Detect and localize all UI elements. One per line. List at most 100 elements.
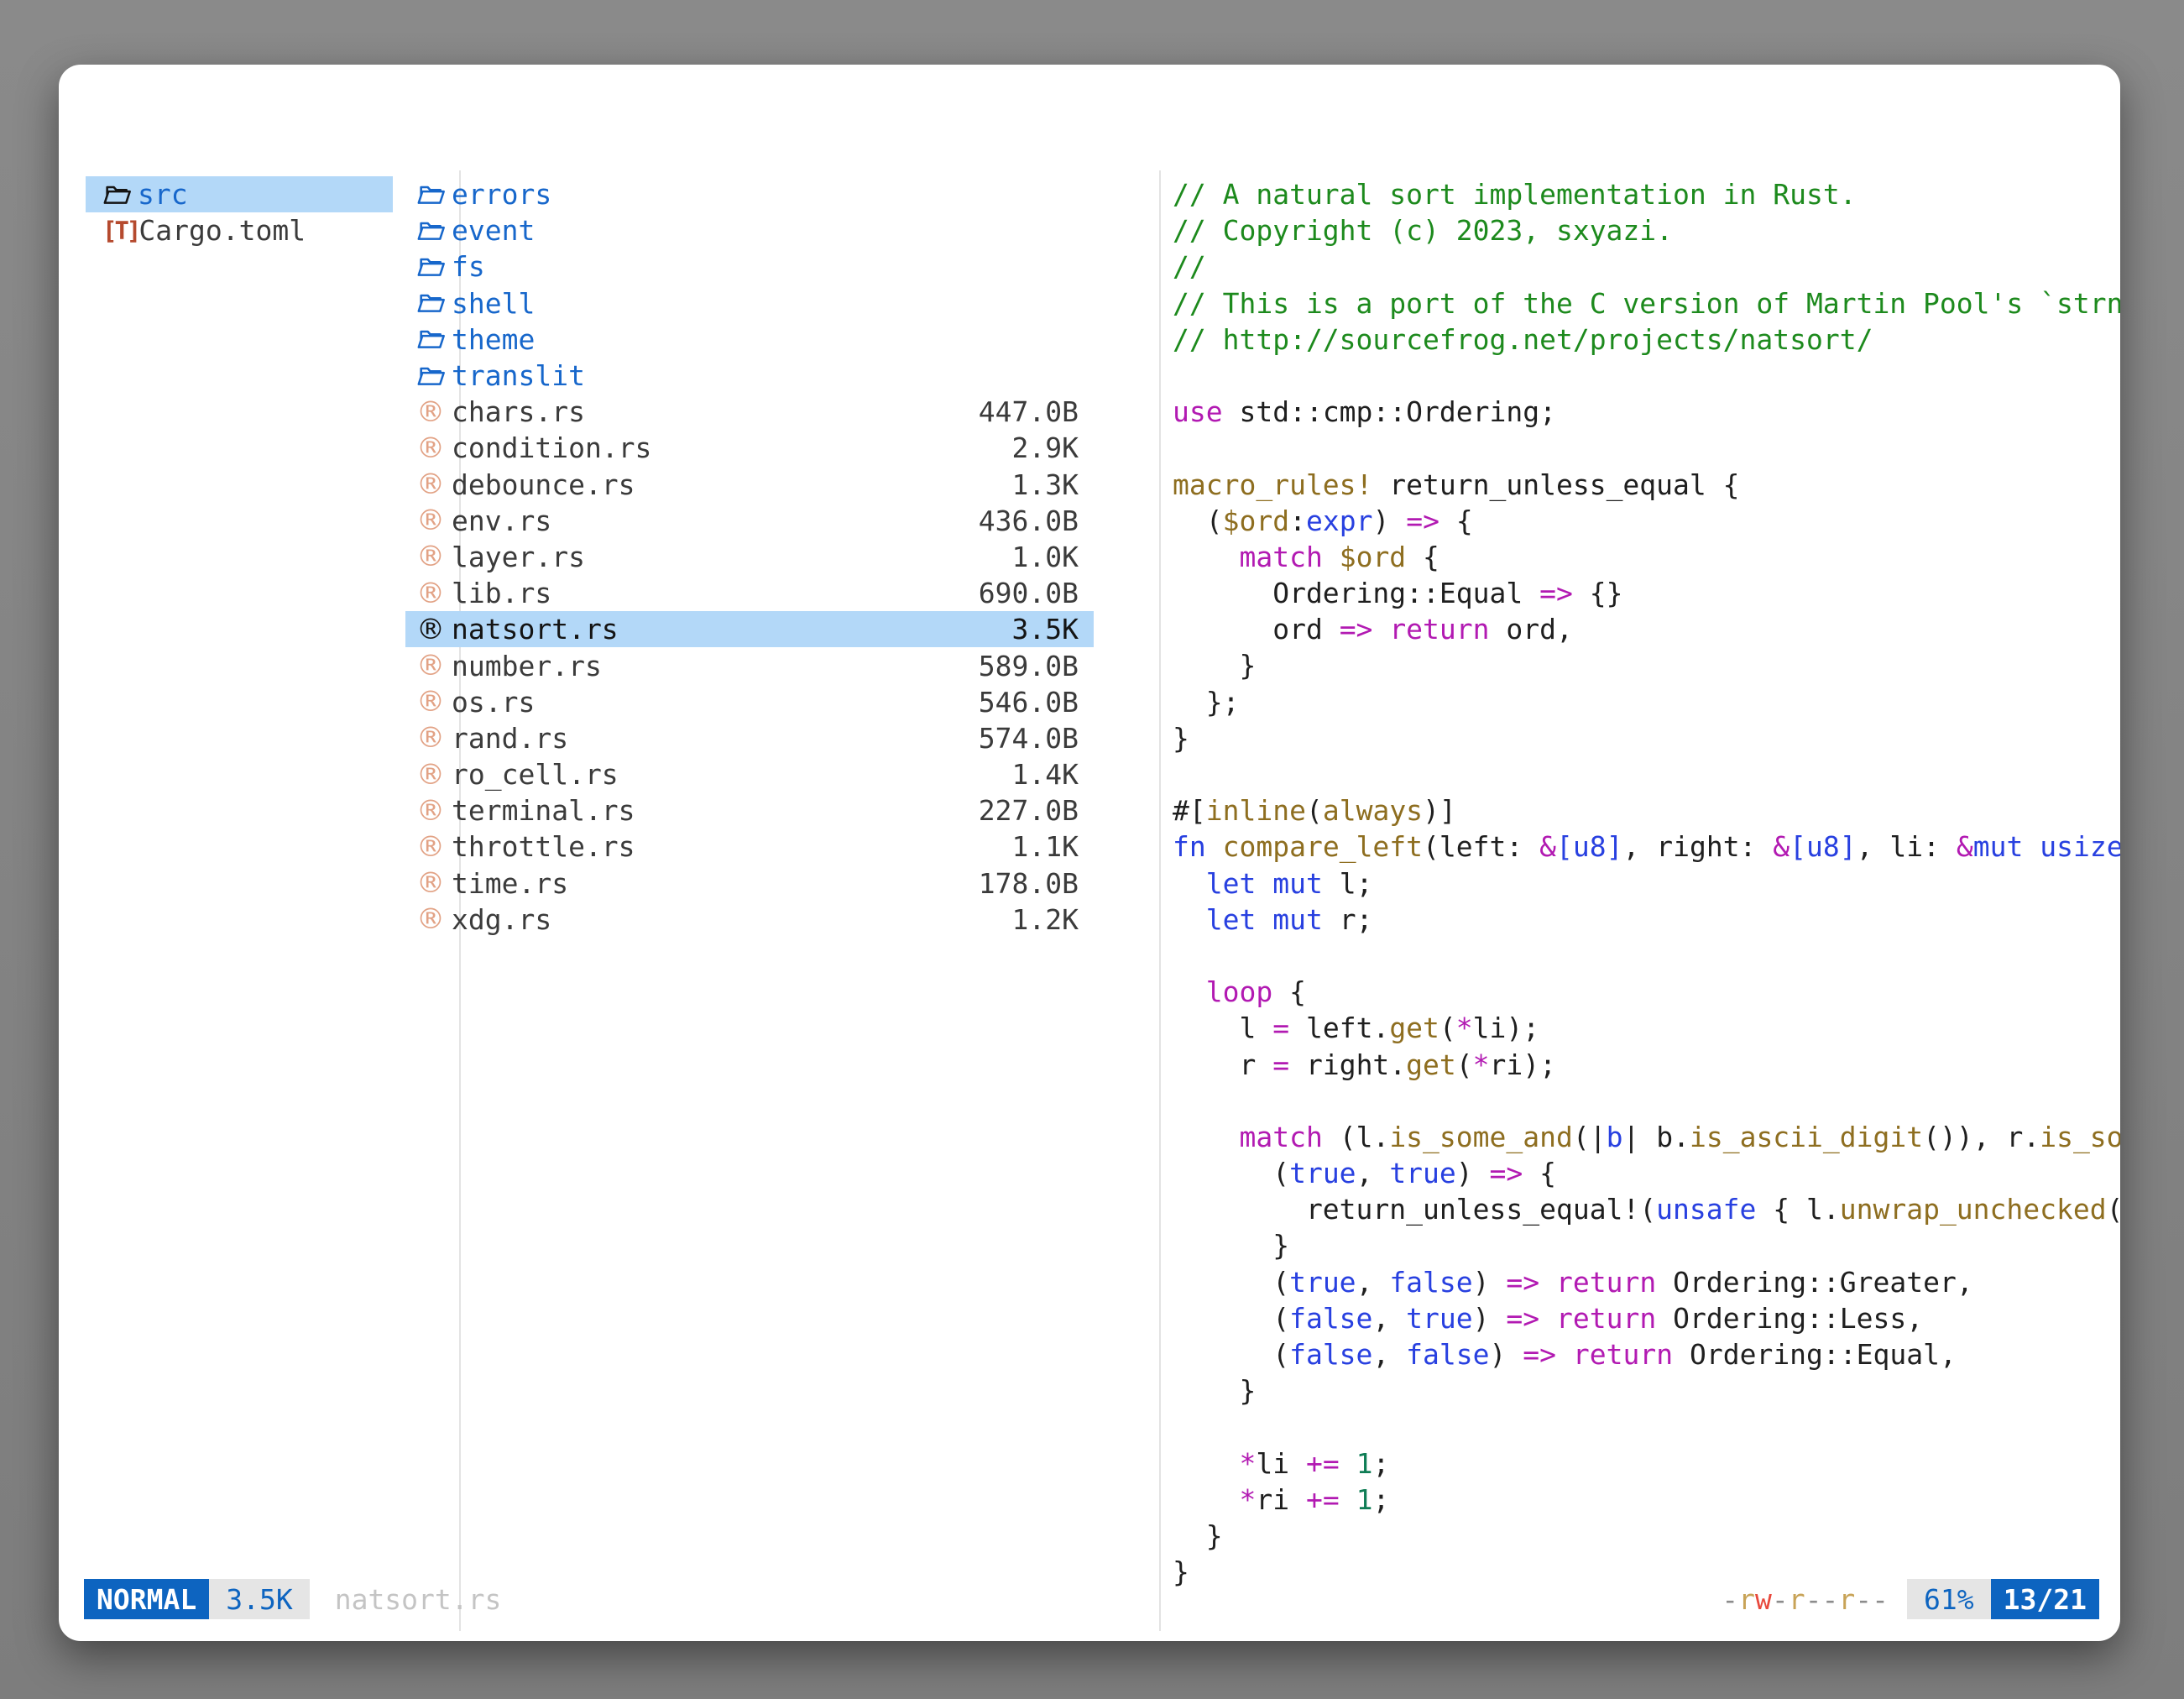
- code-line: // This is a port of the C version of Ma…: [1173, 285, 2120, 322]
- code-line: ($ord:expr) => {: [1173, 503, 2120, 539]
- rust-file-icon: ®: [416, 470, 445, 499]
- file-size-chip: 3.5K: [209, 1579, 309, 1619]
- file-row-chars-rs[interactable]: ®chars.rs447.0B: [405, 394, 1094, 430]
- file-name: terminal.rs: [452, 794, 979, 827]
- file-size: 178.0B: [979, 867, 1094, 900]
- code-line: *ri += 1;: [1173, 1482, 2120, 1518]
- code-line: }: [1173, 1372, 2120, 1409]
- file-row-os-rs[interactable]: ®os.rs546.0B: [405, 684, 1094, 720]
- file-name: rand.rs: [452, 722, 979, 755]
- file-size: 1.2K: [1012, 903, 1094, 936]
- file-row-condition-rs[interactable]: ®condition.rs2.9K: [405, 430, 1094, 466]
- scroll-percent-chip: 61%: [1907, 1579, 1991, 1619]
- code-line: (true, true) => {: [1173, 1155, 2120, 1191]
- file-size: 227.0B: [979, 794, 1094, 827]
- code-line: (false, true) => return Ordering::Less,: [1173, 1300, 2120, 1336]
- file-preview-pane: // A natural sort implementation in Rust…: [1173, 176, 2120, 1603]
- file-name: theme: [452, 323, 1079, 356]
- file-row-terminal-rs[interactable]: ®terminal.rs227.0B: [405, 792, 1094, 829]
- file-name: chars.rs: [452, 395, 979, 428]
- file-row-src[interactable]: src: [86, 176, 393, 212]
- code-line: let mut r;: [1173, 902, 2120, 938]
- code-line: return_unless_equal!(unsafe { l.unwrap_u…: [1173, 1191, 2120, 1227]
- file-size: 1.3K: [1012, 468, 1094, 501]
- code-line: (true, false) => return Ordering::Greate…: [1173, 1264, 2120, 1300]
- file-name: translit: [452, 359, 1079, 392]
- code-line: // A natural sort implementation in Rust…: [1173, 176, 2120, 212]
- code-line: ord => return ord,: [1173, 611, 2120, 647]
- toml-file-icon: [T]: [102, 217, 138, 245]
- mode-badge: NORMAL: [84, 1579, 209, 1619]
- file-name: shell: [452, 287, 1079, 320]
- current-pane: errorseventfsshellthemetranslit®chars.rs…: [405, 176, 1094, 938]
- code-line: }: [1173, 720, 2120, 756]
- file-row-theme[interactable]: theme: [405, 322, 1094, 358]
- file-size: 1.0K: [1012, 541, 1094, 573]
- file-row-event[interactable]: event: [405, 212, 1094, 248]
- code-line: *li += 1;: [1173, 1445, 2120, 1482]
- file-row-lib-rs[interactable]: ®lib.rs690.0B: [405, 575, 1094, 611]
- cursor-position-badge: 13/21: [1991, 1579, 2099, 1619]
- file-row-xdg-rs[interactable]: ®xdg.rs1.2K: [405, 902, 1094, 938]
- file-row-cargo-toml[interactable]: [T]Cargo.toml: [86, 212, 393, 248]
- file-size: 546.0B: [979, 686, 1094, 719]
- folder-icon: [416, 254, 447, 280]
- status-bar: NORMAL 3.5K natsort.rs -rw-r--r-- 61% 13…: [59, 1579, 2120, 1619]
- code-line: }: [1173, 1227, 2120, 1263]
- file-row-ro-cell-rs[interactable]: ®ro_cell.rs1.4K: [405, 756, 1094, 792]
- rust-file-icon: ®: [416, 724, 445, 752]
- file-name: Cargo.toml: [138, 214, 393, 247]
- permissions-text: -rw-r--r--: [1722, 1583, 1889, 1616]
- code-line: }: [1173, 1518, 2120, 1554]
- code-line: [1173, 938, 2120, 974]
- code-line: [1173, 1083, 2120, 1119]
- rust-file-icon: ®: [416, 615, 445, 644]
- file-size: 1.1K: [1012, 830, 1094, 863]
- file-row-number-rs[interactable]: ®number.rs589.0B: [405, 647, 1094, 683]
- code-line: loop {: [1173, 974, 2120, 1010]
- file-row-errors[interactable]: errors: [405, 176, 1094, 212]
- folder-icon: [416, 326, 447, 353]
- file-name: event: [452, 214, 1079, 247]
- rust-file-icon: ®: [416, 434, 445, 463]
- file-row-throttle-rs[interactable]: ®throttle.rs1.1K: [405, 829, 1094, 865]
- file-name: debounce.rs: [452, 468, 1012, 501]
- file-name: number.rs: [452, 650, 979, 682]
- status-filename: natsort.rs: [335, 1583, 502, 1616]
- code-line: l = left.get(*li);: [1173, 1010, 2120, 1046]
- rust-file-icon: ®: [416, 687, 445, 716]
- code-line: use std::cmp::Ordering;: [1173, 394, 2120, 430]
- code-line: let mut l;: [1173, 865, 2120, 902]
- file-row-env-rs[interactable]: ®env.rs436.0B: [405, 503, 1094, 539]
- file-row-time-rs[interactable]: ®time.rs178.0B: [405, 865, 1094, 902]
- file-size: 2.9K: [1012, 431, 1094, 464]
- file-size: 574.0B: [979, 722, 1094, 755]
- file-row-translit[interactable]: translit: [405, 358, 1094, 394]
- file-row-debounce-rs[interactable]: ®debounce.rs1.3K: [405, 467, 1094, 503]
- rust-file-icon: ®: [416, 869, 445, 897]
- code-line: }: [1173, 647, 2120, 683]
- file-name: env.rs: [452, 504, 979, 537]
- status-bar-left: NORMAL 3.5K natsort.rs: [84, 1579, 501, 1619]
- yazi-window: src[T]Cargo.toml errorseventfsshelltheme…: [59, 65, 2120, 1641]
- file-size: 1.4K: [1012, 758, 1094, 791]
- file-size: 589.0B: [979, 650, 1094, 682]
- file-row-layer-rs[interactable]: ®layer.rs1.0K: [405, 539, 1094, 575]
- rust-file-icon: ®: [416, 651, 445, 680]
- file-size: 447.0B: [979, 395, 1094, 428]
- file-row-fs[interactable]: fs: [405, 248, 1094, 285]
- file-name: layer.rs: [452, 541, 1012, 573]
- code-line: fn compare_left(left: &[u8], right: &[u8…: [1173, 829, 2120, 865]
- file-name: ro_cell.rs: [452, 758, 1012, 791]
- file-row-rand-rs[interactable]: ®rand.rs574.0B: [405, 720, 1094, 756]
- rust-file-icon: ®: [416, 506, 445, 535]
- pane-divider-right: [1159, 170, 1161, 1631]
- file-name: xdg.rs: [452, 903, 1012, 936]
- folder-icon: [102, 181, 133, 208]
- folder-icon: [416, 181, 447, 208]
- file-row-natsort-rs[interactable]: ®natsort.rs3.5K: [405, 611, 1094, 647]
- code-line: match (l.is_some_and(|b| b.is_ascii_digi…: [1173, 1119, 2120, 1155]
- file-row-shell[interactable]: shell: [405, 285, 1094, 322]
- file-name: fs: [452, 250, 1079, 283]
- parent-pane: src[T]Cargo.toml: [86, 176, 393, 248]
